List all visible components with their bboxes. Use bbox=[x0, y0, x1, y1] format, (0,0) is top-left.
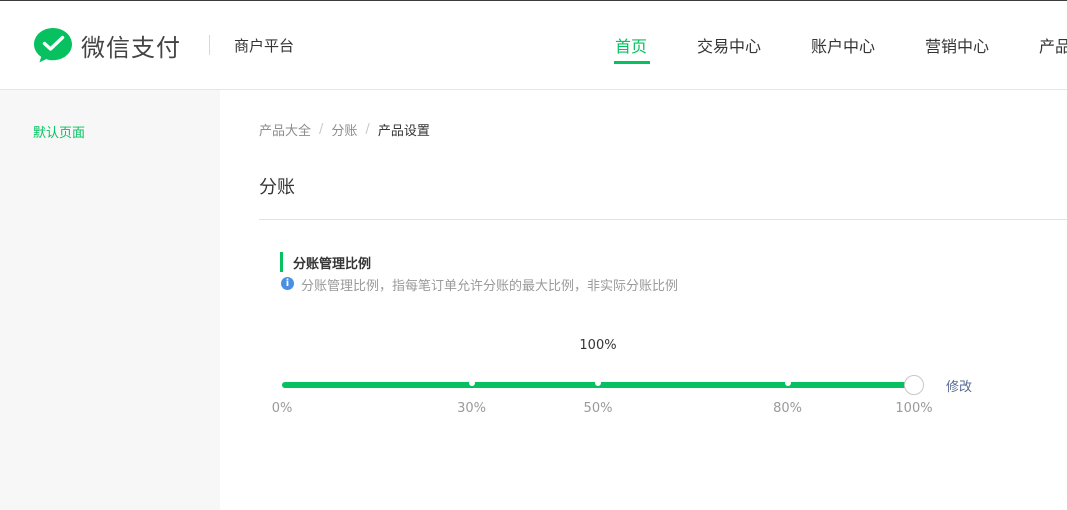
page-title: 分账 bbox=[259, 177, 295, 198]
section-description: 分账管理比例，指每笔订单允许分账的最大比例，非实际分账比例 bbox=[301, 279, 679, 294]
section-accent-bar bbox=[280, 252, 283, 272]
nav-active-indicator bbox=[614, 61, 650, 64]
slider-tick-label: 100% bbox=[895, 401, 933, 416]
section-title: 分账管理比例 bbox=[293, 257, 372, 272]
slider-tick-label: 50% bbox=[583, 401, 613, 416]
slider-mark-dot bbox=[468, 380, 475, 386]
slider-tick-label: 0% bbox=[271, 401, 293, 416]
nav-item-products[interactable]: 产品 bbox=[1039, 33, 1067, 57]
brand-name: 微信支付 bbox=[81, 33, 181, 62]
slider-tick-label: 30% bbox=[457, 401, 487, 416]
wechat-pay-logo[interactable]: 微信支付 bbox=[33, 26, 181, 64]
platform-name: 商户平台 bbox=[234, 37, 295, 55]
slider-tick-label: 80% bbox=[773, 401, 803, 416]
info-icon: i bbox=[281, 277, 294, 290]
logo-divider bbox=[209, 35, 210, 55]
nav-item-home[interactable]: 首页 bbox=[615, 33, 647, 57]
slider-mark-dot bbox=[784, 380, 791, 386]
edit-ratio-link[interactable]: 修改 bbox=[946, 376, 972, 395]
slider-mark-dot bbox=[595, 380, 601, 386]
header: 微信支付 商户平台 首页 交易中心 账户中心 营销中心 产品 bbox=[0, 1, 1067, 90]
ratio-slider-handle[interactable] bbox=[904, 375, 924, 395]
sidebar-item-default-page[interactable]: 默认页面 bbox=[33, 122, 85, 141]
nav-item-account-center[interactable]: 账户中心 bbox=[811, 33, 875, 57]
nav-item-marketing-center[interactable]: 营销中心 bbox=[925, 33, 989, 57]
breadcrumb-separator: / bbox=[319, 122, 324, 137]
sidebar: 默认页面 bbox=[0, 90, 220, 510]
breadcrumb-item-products[interactable]: 产品大全 bbox=[259, 120, 311, 139]
breadcrumb-separator: / bbox=[365, 122, 370, 137]
breadcrumb-item-current: 产品设置 bbox=[377, 124, 430, 139]
slider-value-label: 100% bbox=[579, 338, 617, 353]
breadcrumb-item-profit-sharing[interactable]: 分账 bbox=[331, 120, 357, 139]
breadcrumb: 产品大全 / 分账 / 产品设置 bbox=[259, 120, 430, 139]
wechat-pay-logo-icon bbox=[34, 28, 72, 63]
title-divider bbox=[259, 219, 1067, 220]
nav-item-trade-center[interactable]: 交易中心 bbox=[697, 33, 761, 57]
